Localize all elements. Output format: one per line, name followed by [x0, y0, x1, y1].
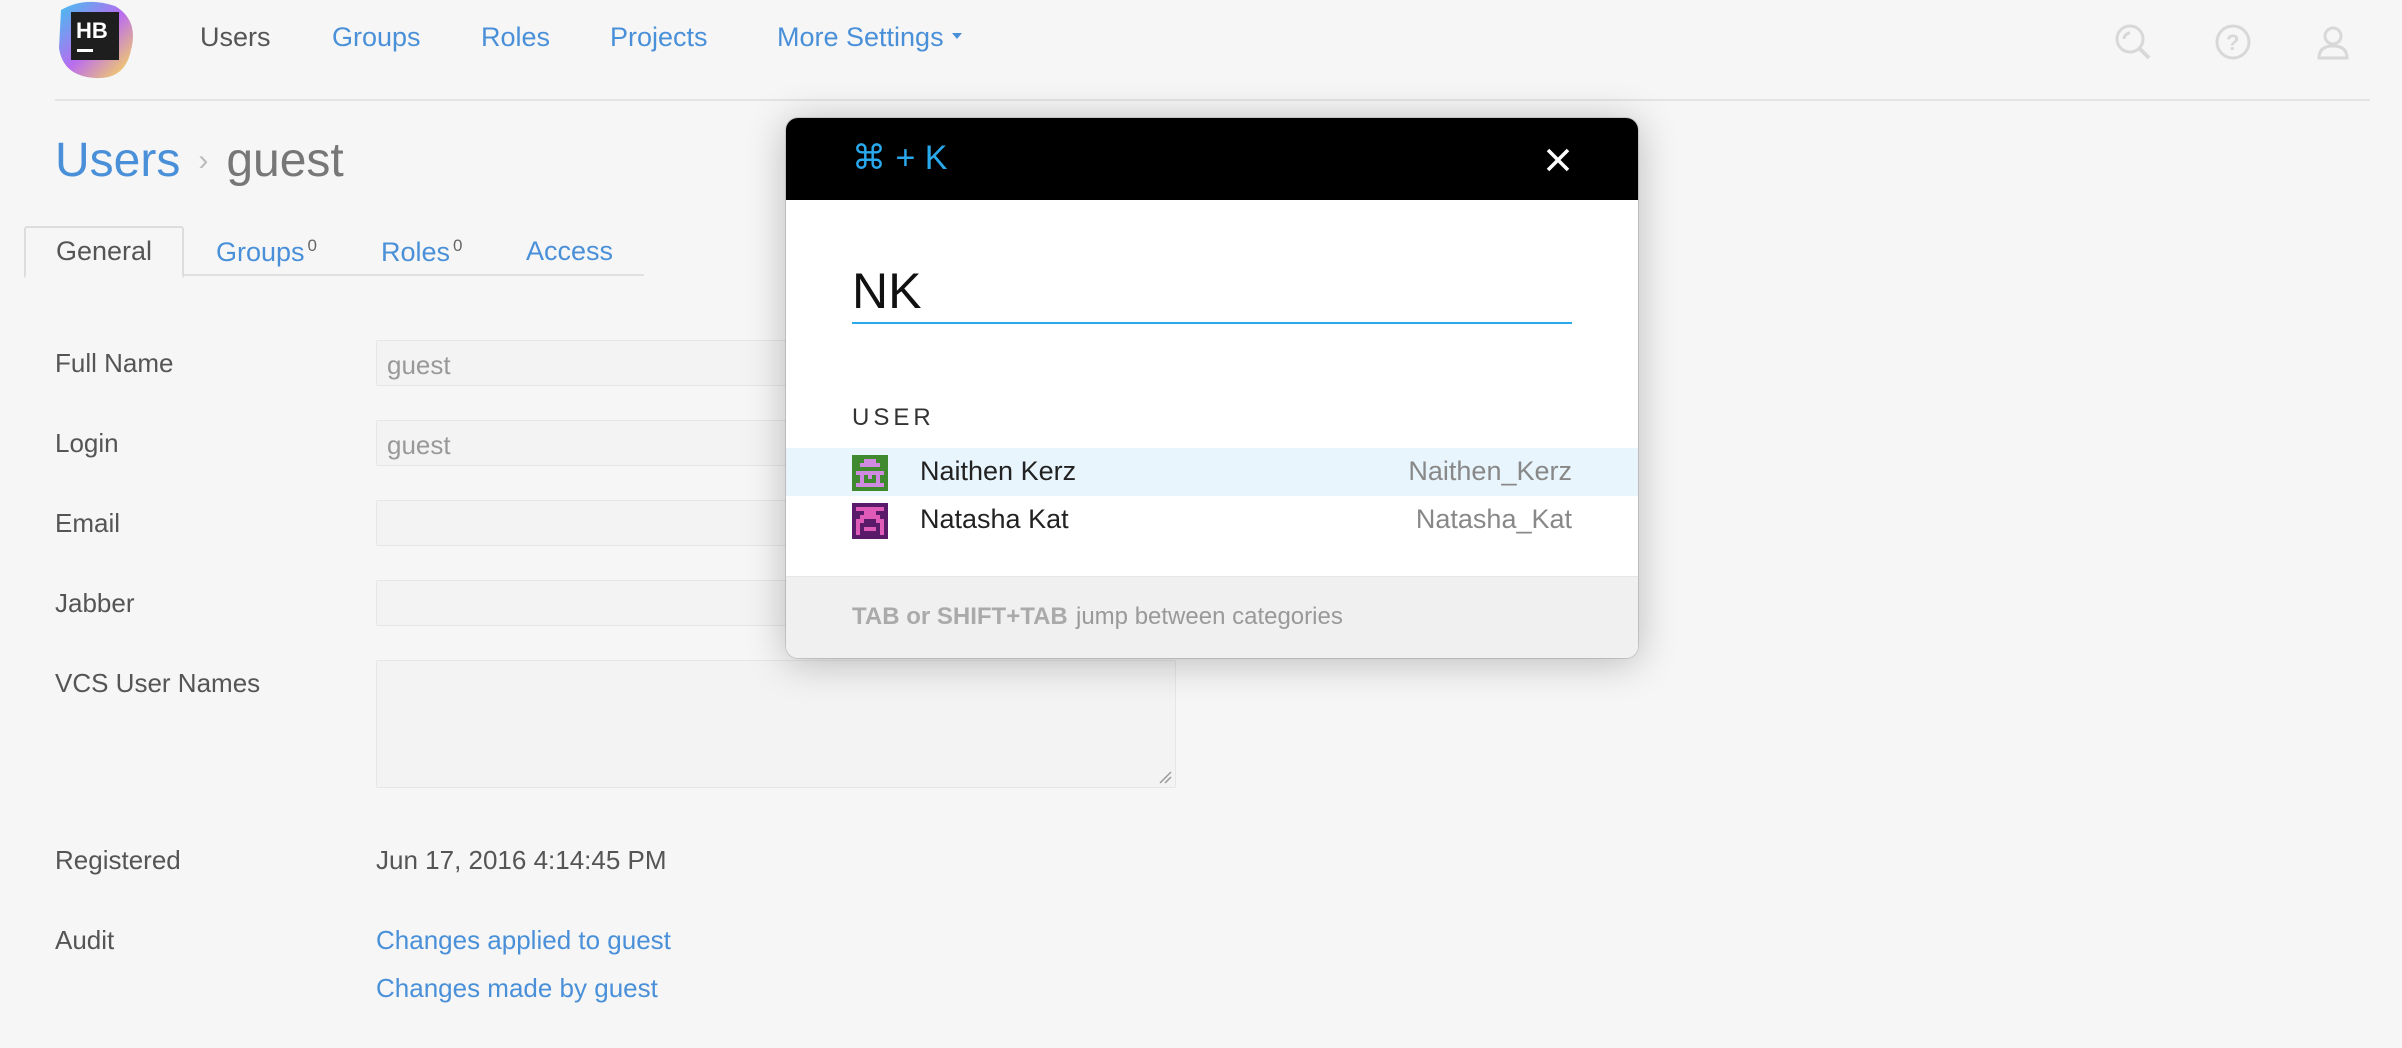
breadcrumb: Users › guest — [55, 133, 344, 188]
user-icon[interactable] — [2313, 22, 2353, 62]
nav-users[interactable]: Users — [200, 22, 271, 53]
search-input[interactable]: NK — [852, 266, 1572, 324]
caret-down-icon — [951, 32, 962, 39]
svg-text:HB: HB — [76, 18, 108, 43]
vcs-user-names-label: VCS User Names — [55, 668, 261, 698]
changes-applied-link[interactable]: Changes applied to guest — [376, 925, 671, 956]
avatar — [852, 503, 888, 539]
user-tabs: General Groups 0 Roles 0 Access — [24, 226, 644, 278]
nav-groups[interactable]: Groups — [332, 22, 421, 53]
help-icon[interactable]: ? — [2213, 22, 2253, 62]
tab-roles-label: Roles — [381, 237, 451, 267]
result-full-name: Naithen Kerz — [920, 456, 1077, 486]
svg-text:?: ? — [2226, 30, 2239, 55]
footer-keys: TAB or SHIFT+TAB — [852, 603, 1068, 630]
tab-groups[interactable]: Groups 0 — [216, 226, 317, 276]
avatar — [852, 455, 888, 491]
result-full-name: Natasha Kat — [920, 504, 1069, 534]
nav-roles[interactable]: Roles — [481, 22, 550, 53]
audit-label: Audit — [55, 925, 115, 955]
top-header: HB Users Groups Roles Projects More Sett… — [55, 0, 2370, 101]
dialog-footer: TAB or SHIFT+TAB jump between categories — [786, 576, 1638, 658]
result-item[interactable]: Naithen Kerz Naithen_Kerz — [786, 448, 1638, 496]
nav-more-settings[interactable]: More Settings — [777, 22, 962, 53]
category-heading: USER — [852, 404, 935, 431]
resize-handle-icon[interactable] — [1158, 770, 1172, 784]
tab-access-label: Access — [526, 236, 614, 266]
tab-groups-label: Groups — [216, 237, 305, 267]
tab-groups-count: 0 — [307, 236, 318, 255]
search-dialog: ⌘ + K NK USER Naithen Kerz Naithen_Kerz — [786, 118, 1638, 658]
search-icon[interactable] — [2113, 22, 2153, 62]
tab-roles-count: 0 — [453, 236, 463, 255]
result-login: Natasha_Kat — [1415, 504, 1572, 534]
tab-general[interactable]: General — [24, 226, 185, 278]
email-label: Email — [55, 508, 121, 538]
tab-roles[interactable]: Roles 0 — [381, 226, 463, 276]
page-title: guest — [226, 134, 344, 187]
footer-hint: jump between categories — [1076, 603, 1343, 630]
registered-label: Registered — [55, 845, 181, 875]
result-item[interactable]: Natasha Kat Natasha_Kat — [786, 496, 1638, 544]
dialog-header: ⌘ + K — [786, 118, 1638, 200]
tab-general-label: General — [56, 236, 153, 266]
breadcrumb-users-link[interactable]: Users — [55, 134, 180, 187]
login-label: Login — [55, 428, 119, 458]
jabber-label: Jabber — [55, 588, 135, 618]
shortcut-hint: ⌘ + K — [852, 139, 948, 177]
registered-value: Jun 17, 2016 4:14:45 PM — [376, 845, 667, 875]
result-login: Naithen_Kerz — [1408, 456, 1572, 486]
vcs-user-names-textarea[interactable] — [376, 660, 1176, 788]
close-icon[interactable] — [1542, 144, 1574, 176]
breadcrumb-separator: › — [198, 144, 209, 177]
nav-more-settings-label: More Settings — [777, 22, 944, 52]
hub-logo-icon[interactable]: HB — [55, 0, 137, 82]
tab-access[interactable]: Access — [526, 226, 613, 276]
full-name-label: Full Name — [55, 348, 174, 378]
nav-projects[interactable]: Projects — [610, 22, 708, 53]
changes-made-link[interactable]: Changes made by guest — [376, 973, 658, 1004]
